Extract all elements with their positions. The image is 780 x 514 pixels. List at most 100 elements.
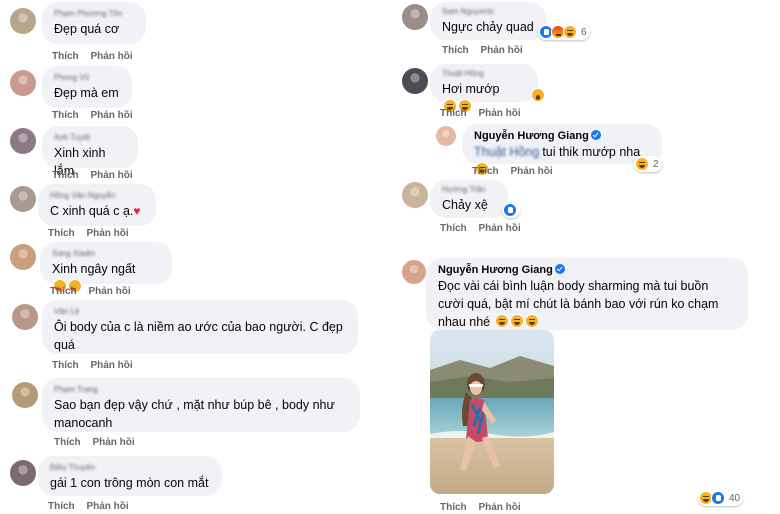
like-button[interactable]: Thích [440,108,467,119]
reaction-summary[interactable]: 6 [538,24,590,40]
comment-author[interactable]: Sam Nguyentc [442,6,534,18]
comment-actions: Thích Phản hồi [48,501,138,512]
comment-text: Đẹp quá cơ [54,22,120,36]
comment-author[interactable]: Vân Lê [54,306,346,318]
like-button[interactable]: Thích [48,501,75,512]
avatar[interactable] [402,182,428,208]
reply-button[interactable]: Phản hồi [480,45,522,56]
like-button[interactable]: Thích [440,223,467,234]
comment-text: Ngực chảy quad [442,20,534,34]
comment-author[interactable]: Thuật Hồng [442,68,526,80]
reply-button[interactable]: Phản hồi [88,286,130,297]
reply-button[interactable]: Phản hồi [478,108,520,119]
reply-button[interactable]: Phản hồi [90,51,132,62]
comment: Xang Xiadin Xinh ngây ngất Thích Phản hồ… [0,238,388,299]
comment: Phong Vũ Đẹp mà em Thích Phản hồi [0,62,388,122]
beach-photo [430,330,554,494]
comment-bubble: Phong Vũ Đẹp mà em [42,66,132,108]
like-button[interactable]: Thích [50,286,77,297]
comment-actions: Thích Phản hồi [472,166,562,177]
avatar[interactable] [10,70,36,96]
comment-actions: Thích Phản hồi [442,45,532,56]
comment: Điều Thuyên gái 1 con trông mòn con mắt … [0,454,388,514]
comment-author[interactable]: Hường Trần [442,184,496,196]
comment-bubble: Điều Thuyên gái 1 con trông mòn con mắt [38,456,222,496]
comment-text-body: tui thik mướp nha [542,145,641,159]
comment-actions: Thích Phản hồi [440,223,530,234]
comment-text: Đọc vài cái bình luận body sharming mà t… [438,277,736,333]
comment-reply: Nguyễn Hương Giang Thuật Hồng tui thik mư… [392,120,780,178]
avatar[interactable] [12,382,38,408]
avatar[interactable] [12,304,38,330]
reaction-summary[interactable]: 40 [698,490,744,506]
comment-author[interactable]: Phạm Phương Tôn [54,8,134,20]
comment-author[interactable]: Phạm Trang [54,384,348,396]
comment-bubble: Phạm Phương Tôn Đẹp quá cơ [42,2,146,44]
reply-button[interactable]: Phản hồi [86,501,128,512]
reaction-count: 6 [581,26,587,38]
like-button[interactable]: Thích [54,437,81,448]
reply-button[interactable]: Phản hồi [510,166,552,177]
comment-bubble: Hồng Vân Nguyễn C xinh quá c ạ.♥ [38,184,156,226]
like-button[interactable]: Thích [440,502,467,513]
reaction-summary[interactable] [502,202,520,218]
avatar[interactable] [10,128,36,154]
comment-bubble: Hường Trần Chảy xệ [430,180,508,218]
like-button[interactable]: Thích [52,51,79,62]
comment-actions: Thích Phản hồi [52,360,142,371]
like-button[interactable]: Thích [52,110,79,121]
reply-button[interactable]: Phản hồi [478,502,520,513]
comment-text: Ôi body của c là niềm ao ước của bao ngư… [54,320,343,352]
comment-author[interactable]: Anh Tuyết [54,132,126,144]
reply-button[interactable]: Phản hồi [90,360,132,371]
comment: Phạm Phương Tôn Đẹp quá cơ Thích Phản hồ… [0,0,388,62]
comment-text-body: C xinh quá c ạ. [50,204,134,218]
avatar[interactable] [10,8,36,34]
like-icon [503,203,517,217]
comment-actions: Thích Phản hồi [440,108,530,119]
comment: Vân Lê Ôi body của c là niềm ao ước của … [0,298,388,374]
comment-text: Chảy xệ [442,198,488,212]
comment-text: Sao bạn đẹp vậy chứ , mặt như búp bê , b… [54,398,335,430]
reply-button[interactable]: Phản hồi [478,223,520,234]
comment-author[interactable]: Phong Vũ [54,72,120,84]
comment: Nguyễn Hương Giang Đọc vài cái bình luận… [392,256,780,514]
comment-actions: Thích Phản hồi [440,502,530,513]
like-button[interactable]: Thích [442,45,469,56]
comment-author[interactable]: Xang Xiadin [52,248,160,260]
comment: Sam Nguyentc Ngực chảy quad 6 Thích Phản… [392,0,780,62]
comment-author[interactable]: Hồng Vân Nguyễn [50,190,144,202]
comments-panel-right: Sam Nguyentc Ngực chảy quad 6 Thích Phản… [392,0,780,514]
comment-bubble: Nguyễn Hương Giang Thuật Hồng tui thik mư… [462,124,662,176]
reply-button[interactable]: Phản hồi [92,437,134,448]
like-button[interactable]: Thích [52,360,79,371]
comment-author[interactable]: Điều Thuyên [50,462,210,474]
avatar[interactable] [436,126,456,146]
comment-bubble: Sam Nguyentc Ngực chảy quad [430,2,546,40]
comment-bubble: Thuật Hồng Hơi mướp [430,64,538,113]
reply-button[interactable]: Phản hồi [90,110,132,121]
comment: Phạm Trang Sao bạn đẹp vậy chứ , mặt như… [0,376,388,452]
avatar[interactable] [10,244,36,270]
wow-icon [531,88,546,107]
comment-actions: Thích Phản hồi [52,51,142,62]
comment-text-body: Xinh ngây ngất [52,262,136,276]
comment-text-body: Hơi mướp [442,82,500,96]
avatar[interactable] [10,460,36,486]
reaction-summary[interactable]: 2 [634,156,662,172]
avatar[interactable] [10,186,36,212]
haha-icon [563,25,577,39]
author-name: Nguyễn Hương Giang [438,264,553,276]
avatar[interactable] [402,68,428,94]
mentioned-user[interactable]: Thuật Hồng [474,145,539,159]
comment-text: gái 1 con trông mòn con mắt [50,476,209,490]
avatar[interactable] [402,4,428,30]
comment-author[interactable]: Nguyễn Hương Giang [474,129,650,143]
comment-bubble: Vân Lê Ôi body của c là niềm ao ước của … [42,300,358,354]
like-button[interactable]: Thích [472,166,499,177]
comment-bubble: Xang Xiadin Xinh ngây ngất [40,242,172,299]
comment-text: Đẹp mà em [54,86,119,100]
avatar[interactable] [402,260,426,284]
attached-photo[interactable] [430,330,554,494]
comment-author[interactable]: Nguyễn Hương Giang [438,263,736,277]
